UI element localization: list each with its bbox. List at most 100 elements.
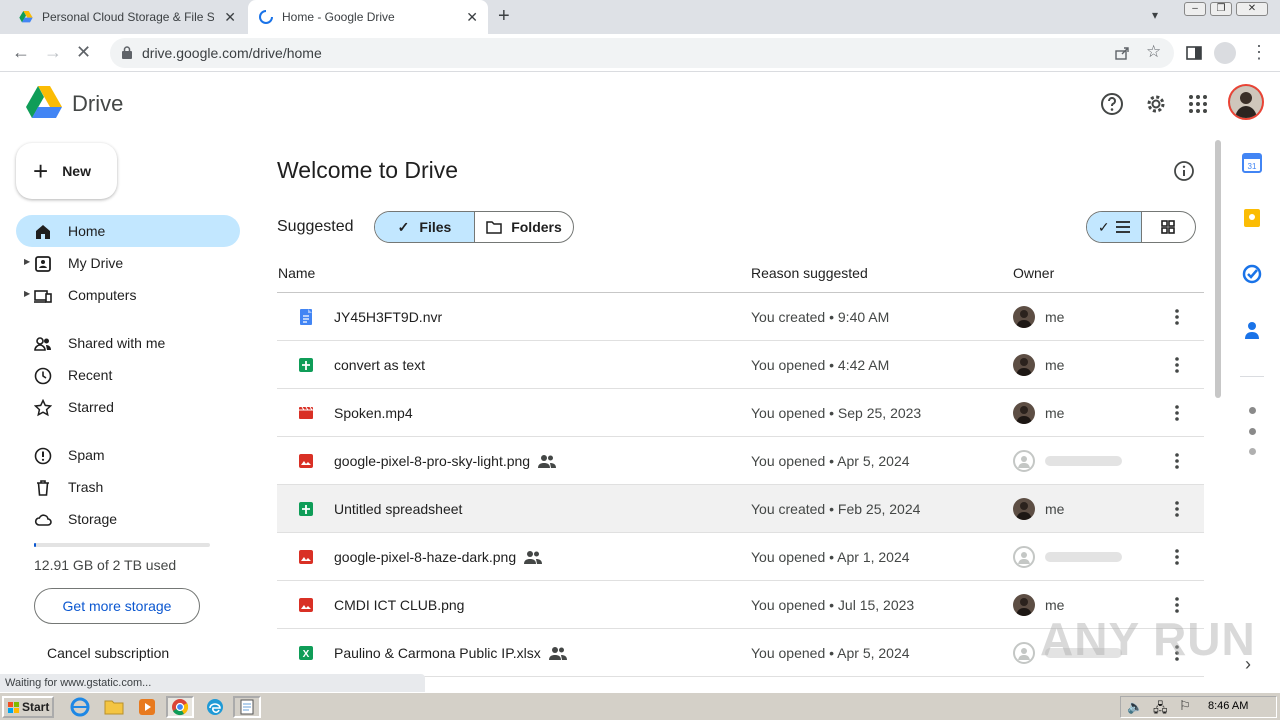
get-more-storage-button[interactable]: Get more storage — [34, 588, 200, 624]
owner-avatar-placeholder — [1013, 642, 1035, 664]
help-icon[interactable] — [1100, 92, 1124, 116]
grid-view-button[interactable] — [1142, 212, 1196, 242]
bookmark-star-icon[interactable]: ☆ — [1146, 42, 1161, 62]
expand-caret-icon[interactable]: ▶ — [24, 289, 30, 298]
sidebar-item-label: Recent — [68, 367, 113, 383]
storage-usage-text: 12.91 GB of 2 TB used — [34, 557, 177, 573]
sidebar-item-trash[interactable]: Trash — [16, 471, 240, 503]
file-row[interactable]: google-pixel-8-haze-dark.png You opened •… — [277, 533, 1204, 581]
profile-icon[interactable] — [1214, 42, 1236, 64]
file-name: google-pixel-8-haze-dark.png — [334, 549, 517, 565]
more-actions-icon[interactable] — [1167, 544, 1187, 570]
file-row[interactable]: Spoken.mp4 You opened • Sep 25, 2023 me — [277, 389, 1204, 437]
owner-avatar — [1013, 402, 1035, 424]
checkmark-icon: ✓ — [397, 218, 410, 235]
settings-gear-icon[interactable] — [1144, 92, 1168, 116]
file-row[interactable]: Untitled spreadsheet You created • Feb 25… — [277, 485, 1204, 533]
file-name: convert as text — [334, 357, 426, 373]
sidebar-item-spam[interactable]: Spam — [16, 439, 240, 471]
volume-icon[interactable]: 🔈 — [1127, 699, 1143, 715]
file-name: CMDI ICT CLUB.png — [334, 597, 465, 613]
column-header-name[interactable]: Name — [278, 265, 315, 281]
chrome-taskbar-button[interactable] — [166, 696, 194, 718]
tab-title: Home - Google Drive — [282, 10, 395, 24]
sidebar-item-storage[interactable]: Storage — [16, 503, 240, 535]
folders-chip[interactable]: Folders — [475, 212, 573, 242]
cancel-subscription-link[interactable]: Cancel subscription — [47, 645, 169, 661]
browser-menu-icon[interactable]: ⋮ — [1250, 42, 1268, 62]
apps-grid-icon[interactable] — [1186, 92, 1210, 116]
notepad-taskbar-button[interactable] — [233, 696, 261, 718]
file-row[interactable]: convert as text You opened • 4:42 AM me — [277, 341, 1204, 389]
restore-window-button[interactable]: ❐ — [1210, 2, 1232, 16]
share-icon[interactable] — [1114, 45, 1130, 61]
scrollbar-thumb[interactable] — [1215, 140, 1221, 398]
column-header-owner: Owner — [1013, 265, 1055, 281]
edge-icon[interactable] — [201, 696, 229, 718]
files-chip[interactable]: ✓ Files — [375, 212, 475, 242]
new-tab-button[interactable]: + — [498, 5, 510, 28]
owner-name-placeholder — [1045, 456, 1122, 466]
reason-suggested: You opened • 4:42 AM — [751, 357, 890, 373]
file-name: Spoken.mp4 — [334, 405, 413, 421]
doc-file-icon — [300, 309, 312, 325]
start-button[interactable]: Start — [2, 696, 54, 718]
file-explorer-icon[interactable] — [100, 696, 128, 718]
more-actions-icon[interactable] — [1167, 400, 1187, 426]
file-row[interactable]: google-pixel-8-pro-sky-light.png You open… — [277, 437, 1204, 485]
sidebar-item-recent[interactable]: Recent — [16, 359, 240, 391]
sidebar-item-starred[interactable]: Starred — [16, 391, 240, 423]
side-panel-icon[interactable] — [1186, 45, 1202, 61]
calendar-icon[interactable]: 31 — [1242, 153, 1262, 173]
tab-search-icon[interactable]: ▾ — [1152, 8, 1158, 22]
keep-icon[interactable] — [1242, 208, 1262, 228]
sidebar-item-label: Spam — [68, 447, 105, 463]
sidebar-item-home[interactable]: Home — [16, 215, 240, 247]
browser-tab-1[interactable]: Personal Cloud Storage & File Sharing ✕ — [8, 0, 246, 34]
back-icon[interactable]: ← — [12, 42, 30, 62]
account-avatar[interactable] — [1228, 84, 1264, 120]
close-window-button[interactable]: ✕ — [1236, 2, 1268, 16]
reason-suggested: You opened • Jul 15, 2023 — [751, 597, 915, 613]
svg-text:X: X — [303, 649, 310, 660]
rail-dot-icon — [1249, 448, 1256, 455]
file-row[interactable]: JY45H3FT9D.nvr You created • 9:40 AM me — [277, 293, 1204, 341]
close-tab-icon[interactable]: ✕ — [466, 9, 478, 26]
folders-chip-label: Folders — [511, 219, 562, 235]
rail-dot-icon — [1249, 428, 1256, 435]
more-actions-icon[interactable] — [1167, 352, 1187, 378]
people-icon — [34, 337, 51, 351]
sheet-file-icon — [299, 358, 313, 372]
new-button[interactable]: + New — [16, 143, 117, 199]
more-actions-icon[interactable] — [1167, 304, 1187, 330]
tab-title: Personal Cloud Storage & File Sharing — [42, 10, 214, 24]
windows-taskbar: Start 🔈 🖧 ⚐ 8:46 AM — [0, 692, 1280, 720]
close-tab-icon[interactable]: ✕ — [224, 9, 236, 26]
notepad-icon — [240, 699, 254, 715]
info-icon[interactable] — [1173, 160, 1195, 182]
more-actions-icon[interactable] — [1167, 448, 1187, 474]
more-actions-icon[interactable] — [1167, 496, 1187, 522]
sidebar-item-computers[interactable]: ▶ Computers — [16, 279, 240, 311]
minimize-window-button[interactable]: – — [1184, 2, 1206, 16]
internet-explorer-icon[interactable] — [66, 696, 94, 718]
action-center-flag-icon[interactable]: ⚐ — [1179, 698, 1191, 714]
network-icon[interactable]: 🖧 — [1153, 699, 1168, 720]
owner-avatar — [1013, 594, 1035, 616]
sidebar-item-label: Computers — [68, 287, 137, 303]
address-bar[interactable]: drive.google.com/drive/home ☆ — [110, 38, 1174, 68]
owner-name: me — [1045, 597, 1065, 613]
media-player-icon[interactable] — [133, 696, 161, 718]
sidebar-item-my-drive[interactable]: ▶ My Drive — [16, 247, 240, 279]
contacts-icon[interactable] — [1242, 320, 1262, 340]
svg-text:31: 31 — [1248, 162, 1257, 171]
list-view-button[interactable]: ✓ — [1087, 212, 1142, 242]
reason-suggested: You opened • Sep 25, 2023 — [751, 405, 922, 421]
tasks-icon[interactable] — [1242, 264, 1262, 284]
stop-loading-icon[interactable]: ✕ — [76, 42, 91, 62]
browser-tab-2[interactable]: Home - Google Drive ✕ — [248, 0, 488, 34]
expand-caret-icon[interactable]: ▶ — [24, 257, 30, 266]
reason-suggested: You opened • Apr 1, 2024 — [751, 549, 910, 565]
forward-icon[interactable]: → — [44, 42, 62, 62]
sidebar-item-shared-with-me[interactable]: Shared with me — [16, 327, 240, 359]
